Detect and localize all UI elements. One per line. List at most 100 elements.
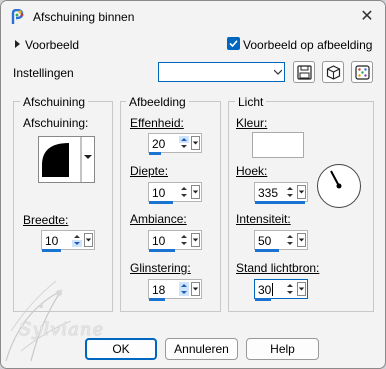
cube-icon	[326, 65, 341, 80]
watermark-signature: Sylviane	[19, 319, 105, 340]
preview-on-image-checkbox[interactable]	[227, 37, 240, 50]
depth-label: Diepte:	[130, 164, 169, 178]
spin-down-icon[interactable]	[179, 289, 189, 296]
spin-up-icon[interactable]	[179, 233, 189, 240]
smoothness-spin-buttons[interactable]	[179, 136, 189, 150]
smoothness-dropdown[interactable]	[191, 136, 200, 150]
cancel-button[interactable]: Annuleren	[165, 338, 238, 360]
light-angle-spin-buttons[interactable]	[285, 185, 295, 199]
light-intensity-slider-bar[interactable]	[255, 249, 279, 252]
light-elevation-label: Stand lichtbron:	[236, 261, 320, 275]
help-button[interactable]: Help	[246, 338, 319, 360]
smoothness-slider-bar[interactable]	[149, 152, 161, 155]
caret-down-icon	[85, 238, 92, 242]
shininess-stepper[interactable]: 18	[148, 279, 202, 301]
save-icon	[297, 65, 312, 80]
caret-down-icon	[298, 238, 305, 242]
bevel-width-dropdown[interactable]	[84, 233, 93, 247]
spin-up-icon[interactable]	[285, 282, 295, 289]
light-elevation-dropdown[interactable]	[297, 282, 306, 296]
bevel-group-title: Afschuining	[20, 95, 89, 109]
spin-up-icon[interactable]	[179, 282, 189, 289]
depth-value: 10	[152, 186, 166, 200]
caret-down-icon	[298, 190, 305, 194]
title-bar: Afschuining binnen ✕	[1, 1, 385, 33]
light-intensity-value: 50	[258, 234, 272, 248]
bevel-width-spin-buttons[interactable]	[72, 233, 82, 247]
light-angle-label: Hoek:	[236, 164, 268, 178]
shininess-label: Glinstering:	[130, 261, 191, 275]
bevel-group	[13, 101, 113, 312]
expand-triangle-icon[interactable]	[15, 40, 20, 48]
light-color-label: Kleur:	[236, 116, 268, 130]
checkmark-icon	[229, 40, 238, 48]
reset-preset-button[interactable]	[322, 61, 344, 83]
settings-combo[interactable]	[158, 62, 285, 82]
light-elevation-spin-buttons[interactable]	[285, 282, 295, 296]
angle-needle-icon	[330, 170, 342, 189]
depth-spin-buttons[interactable]	[179, 185, 189, 199]
ambience-value: 10	[152, 234, 166, 248]
light-elevation-slider-bar[interactable]	[255, 298, 271, 301]
shininess-spin-buttons[interactable]	[179, 282, 189, 296]
smoothness-value: 20	[152, 137, 166, 151]
spin-down-icon[interactable]	[285, 192, 295, 199]
ambience-dropdown[interactable]	[191, 233, 200, 247]
close-icon[interactable]: ✕	[355, 5, 379, 29]
caret-down-icon	[192, 287, 199, 291]
spin-down-icon[interactable]	[285, 240, 295, 247]
light-angle-slider-bar[interactable]	[255, 201, 305, 204]
spin-down-icon[interactable]	[179, 143, 189, 150]
depth-slider-bar[interactable]	[149, 201, 173, 204]
light-intensity-stepper[interactable]: 50	[254, 230, 308, 252]
randomize-button[interactable]	[351, 61, 373, 83]
spin-up-icon[interactable]	[285, 185, 295, 192]
spin-up-icon[interactable]	[285, 233, 295, 240]
caret-down-icon	[192, 238, 199, 242]
shininess-slider-bar[interactable]	[149, 298, 165, 301]
spin-down-icon[interactable]	[179, 240, 189, 247]
smoothness-label: Effenheid:	[130, 116, 184, 130]
bevel-width-stepper[interactable]: 10	[41, 230, 95, 252]
shininess-value: 18	[152, 283, 166, 297]
spin-up-icon[interactable]	[179, 136, 189, 143]
settings-label: Instellingen	[13, 66, 74, 80]
spin-up-icon[interactable]	[72, 233, 82, 240]
save-preset-button[interactable]	[293, 61, 315, 83]
light-intensity-spin-buttons[interactable]	[285, 233, 295, 247]
preview-toggle-label[interactable]: Voorbeeld	[25, 38, 79, 52]
bevel-width-slider-bar[interactable]	[42, 249, 61, 252]
shininess-dropdown[interactable]	[191, 282, 200, 296]
light-intensity-dropdown[interactable]	[297, 233, 306, 247]
spin-down-icon[interactable]	[179, 192, 189, 199]
ambience-spin-buttons[interactable]	[179, 233, 189, 247]
spin-up-icon[interactable]	[179, 185, 189, 192]
caret-down-icon	[192, 190, 199, 194]
bevel-shape-preview[interactable]	[38, 136, 95, 183]
light-angle-dial[interactable]	[317, 164, 361, 208]
bevel-width-value: 10	[45, 234, 59, 248]
ambience-slider-bar[interactable]	[149, 249, 175, 252]
ambience-label: Ambiance:	[130, 212, 187, 226]
preview-on-image-label: Voorbeeld op afbeelding	[243, 38, 373, 52]
light-color-swatch[interactable]	[252, 132, 304, 158]
spin-down-icon[interactable]	[72, 240, 82, 247]
spin-down-icon[interactable]	[285, 289, 295, 296]
window-title: Afschuining binnen	[33, 10, 135, 24]
ambience-stepper[interactable]: 10	[148, 230, 202, 252]
smoothness-stepper[interactable]: 20	[148, 133, 202, 155]
light-elevation-stepper[interactable]: 30	[254, 279, 308, 301]
depth-stepper[interactable]: 10	[148, 182, 202, 204]
dice-icon	[355, 65, 370, 80]
app-icon	[11, 9, 24, 24]
bevel-shape-label: Afschuining:	[23, 116, 89, 130]
light-angle-stepper[interactable]: 335	[254, 182, 308, 204]
light-elevation-value: 30	[258, 283, 272, 297]
caret-down-icon	[192, 141, 199, 145]
light-angle-dropdown[interactable]	[297, 185, 306, 199]
bevel-width-label: Breedte:	[23, 213, 69, 227]
caret-down-icon	[298, 287, 305, 291]
depth-dropdown[interactable]	[191, 185, 200, 199]
ok-button[interactable]: OK	[85, 338, 157, 360]
chevron-down-icon	[274, 69, 282, 75]
